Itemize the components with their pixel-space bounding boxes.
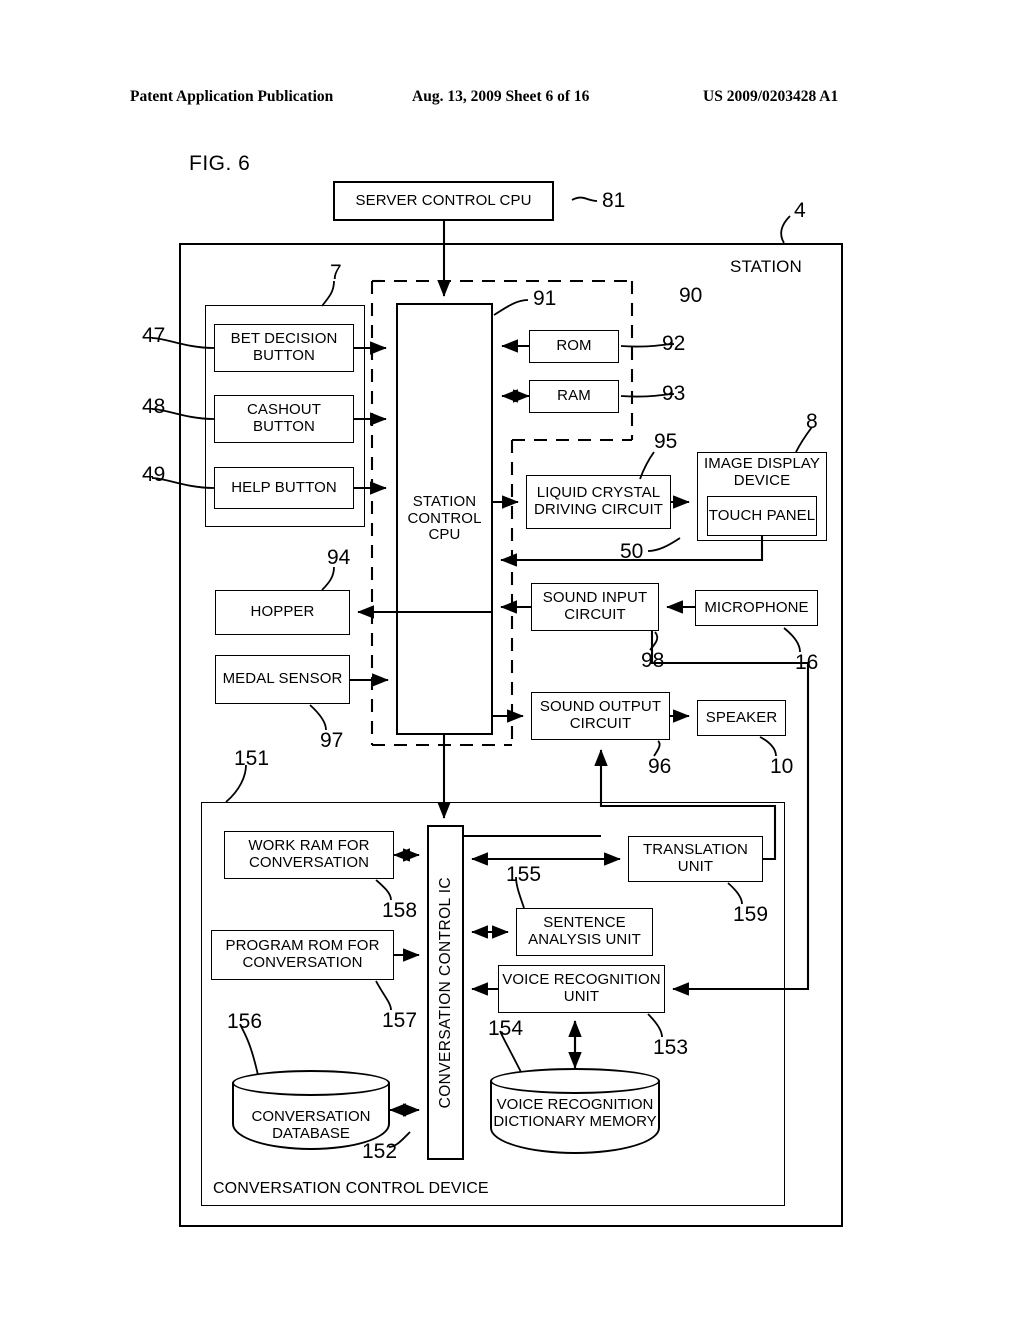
station-label: STATION <box>730 257 802 276</box>
conversation-control-device-label: CONVERSATION CONTROL DEVICE <box>213 1180 489 1197</box>
ref-16: 16 <box>795 651 819 674</box>
block-speaker: SPEAKER <box>697 700 786 736</box>
ref-8: 8 <box>806 410 818 433</box>
block-station-control-cpu: STATION CONTROL CPU <box>396 303 493 735</box>
block-work-ram-for-conversation: WORK RAM FOR CONVERSATION <box>224 831 394 879</box>
block-cashout-button[interactable]: CASHOUT BUTTON <box>214 395 354 443</box>
ref-95: 95 <box>654 430 678 453</box>
block-touch-panel[interactable]: TOUCH PANEL <box>707 496 817 536</box>
block-sentence-analysis-unit: SENTENCE ANALYSIS UNIT <box>516 908 653 956</box>
block-voice-recognition-dictionary-memory: VOICE RECOGNITION DICTIONARY MEMORY <box>490 1068 660 1154</box>
block-sound-output-circuit: SOUND OUTPUT CIRCUIT <box>531 692 670 740</box>
conversation-database-label: CONVERSATION DATABASE <box>251 1108 371 1143</box>
ref-158: 158 <box>382 899 418 922</box>
block-hopper: HOPPER <box>215 590 350 635</box>
ref-4: 4 <box>794 199 806 222</box>
ref-155: 155 <box>506 863 542 886</box>
patent-sheet: Patent Application Publication Aug. 13, … <box>0 0 1024 1320</box>
block-help-button[interactable]: HELP BUTTON <box>214 467 354 509</box>
block-liquid-crystal-driving-circuit: LIQUID CRYSTAL DRIVING CIRCUIT <box>526 475 671 529</box>
ref-92: 92 <box>662 332 686 355</box>
ref-151: 151 <box>234 747 270 770</box>
ref-98: 98 <box>641 649 665 672</box>
header-publication: Patent Application Publication <box>130 88 334 105</box>
ref-91: 91 <box>533 287 557 310</box>
block-rom: ROM <box>529 330 619 363</box>
block-conversation-database: CONVERSATION DATABASE <box>232 1070 390 1150</box>
block-program-rom-for-conversation: PROGRAM ROM FOR CONVERSATION <box>211 930 394 980</box>
image-display-device-label: IMAGE DISPLAY DEVICE <box>703 455 821 489</box>
header-date-sheet: Aug. 13, 2009 Sheet 6 of 16 <box>412 88 590 105</box>
cylinder-top <box>490 1068 660 1094</box>
conversation-control-ic-label: CONVERSATION CONTROL IC <box>436 876 454 1109</box>
block-voice-recognition-unit: VOICE RECOGNITION UNIT <box>498 965 665 1013</box>
ref-7: 7 <box>330 261 342 284</box>
ref-48: 48 <box>142 395 166 418</box>
ref-156: 156 <box>227 1010 263 1033</box>
voice-recognition-dictionary-memory-label: VOICE RECOGNITION DICTIONARY MEMORY <box>493 1096 657 1131</box>
header-patent-number: US 2009/0203428 A1 <box>703 88 839 105</box>
ref-90: 90 <box>679 284 703 307</box>
ref-157: 157 <box>382 1009 418 1032</box>
ref-49: 49 <box>142 463 166 486</box>
ref-159: 159 <box>733 903 769 926</box>
ref-10: 10 <box>770 755 794 778</box>
ref-94: 94 <box>327 546 351 569</box>
figure-label: FIG. 6 <box>189 152 251 175</box>
ref-97: 97 <box>320 729 344 752</box>
ref-93: 93 <box>662 382 686 405</box>
block-medal-sensor: MEDAL SENSOR <box>215 655 350 704</box>
block-microphone: MICROPHONE <box>695 590 818 626</box>
block-translation-unit: TRANSLATION UNIT <box>628 836 763 882</box>
ref-47: 47 <box>142 324 166 347</box>
ref-96: 96 <box>648 755 672 778</box>
block-ram: RAM <box>529 380 619 413</box>
page-header: Patent Application Publication Aug. 13, … <box>0 88 1024 112</box>
block-conversation-control-ic: CONVERSATION CONTROL IC <box>427 825 464 1160</box>
block-server-control-cpu: SERVER CONTROL CPU <box>333 181 554 221</box>
ref-154: 154 <box>488 1017 524 1040</box>
ref-81: 81 <box>602 189 626 212</box>
cylinder-top <box>232 1070 390 1096</box>
ref-50: 50 <box>620 540 644 563</box>
block-sound-input-circuit: SOUND INPUT CIRCUIT <box>531 583 659 631</box>
block-bet-decision-button[interactable]: BET DECISION BUTTON <box>214 324 354 372</box>
ref-153: 153 <box>653 1036 689 1059</box>
